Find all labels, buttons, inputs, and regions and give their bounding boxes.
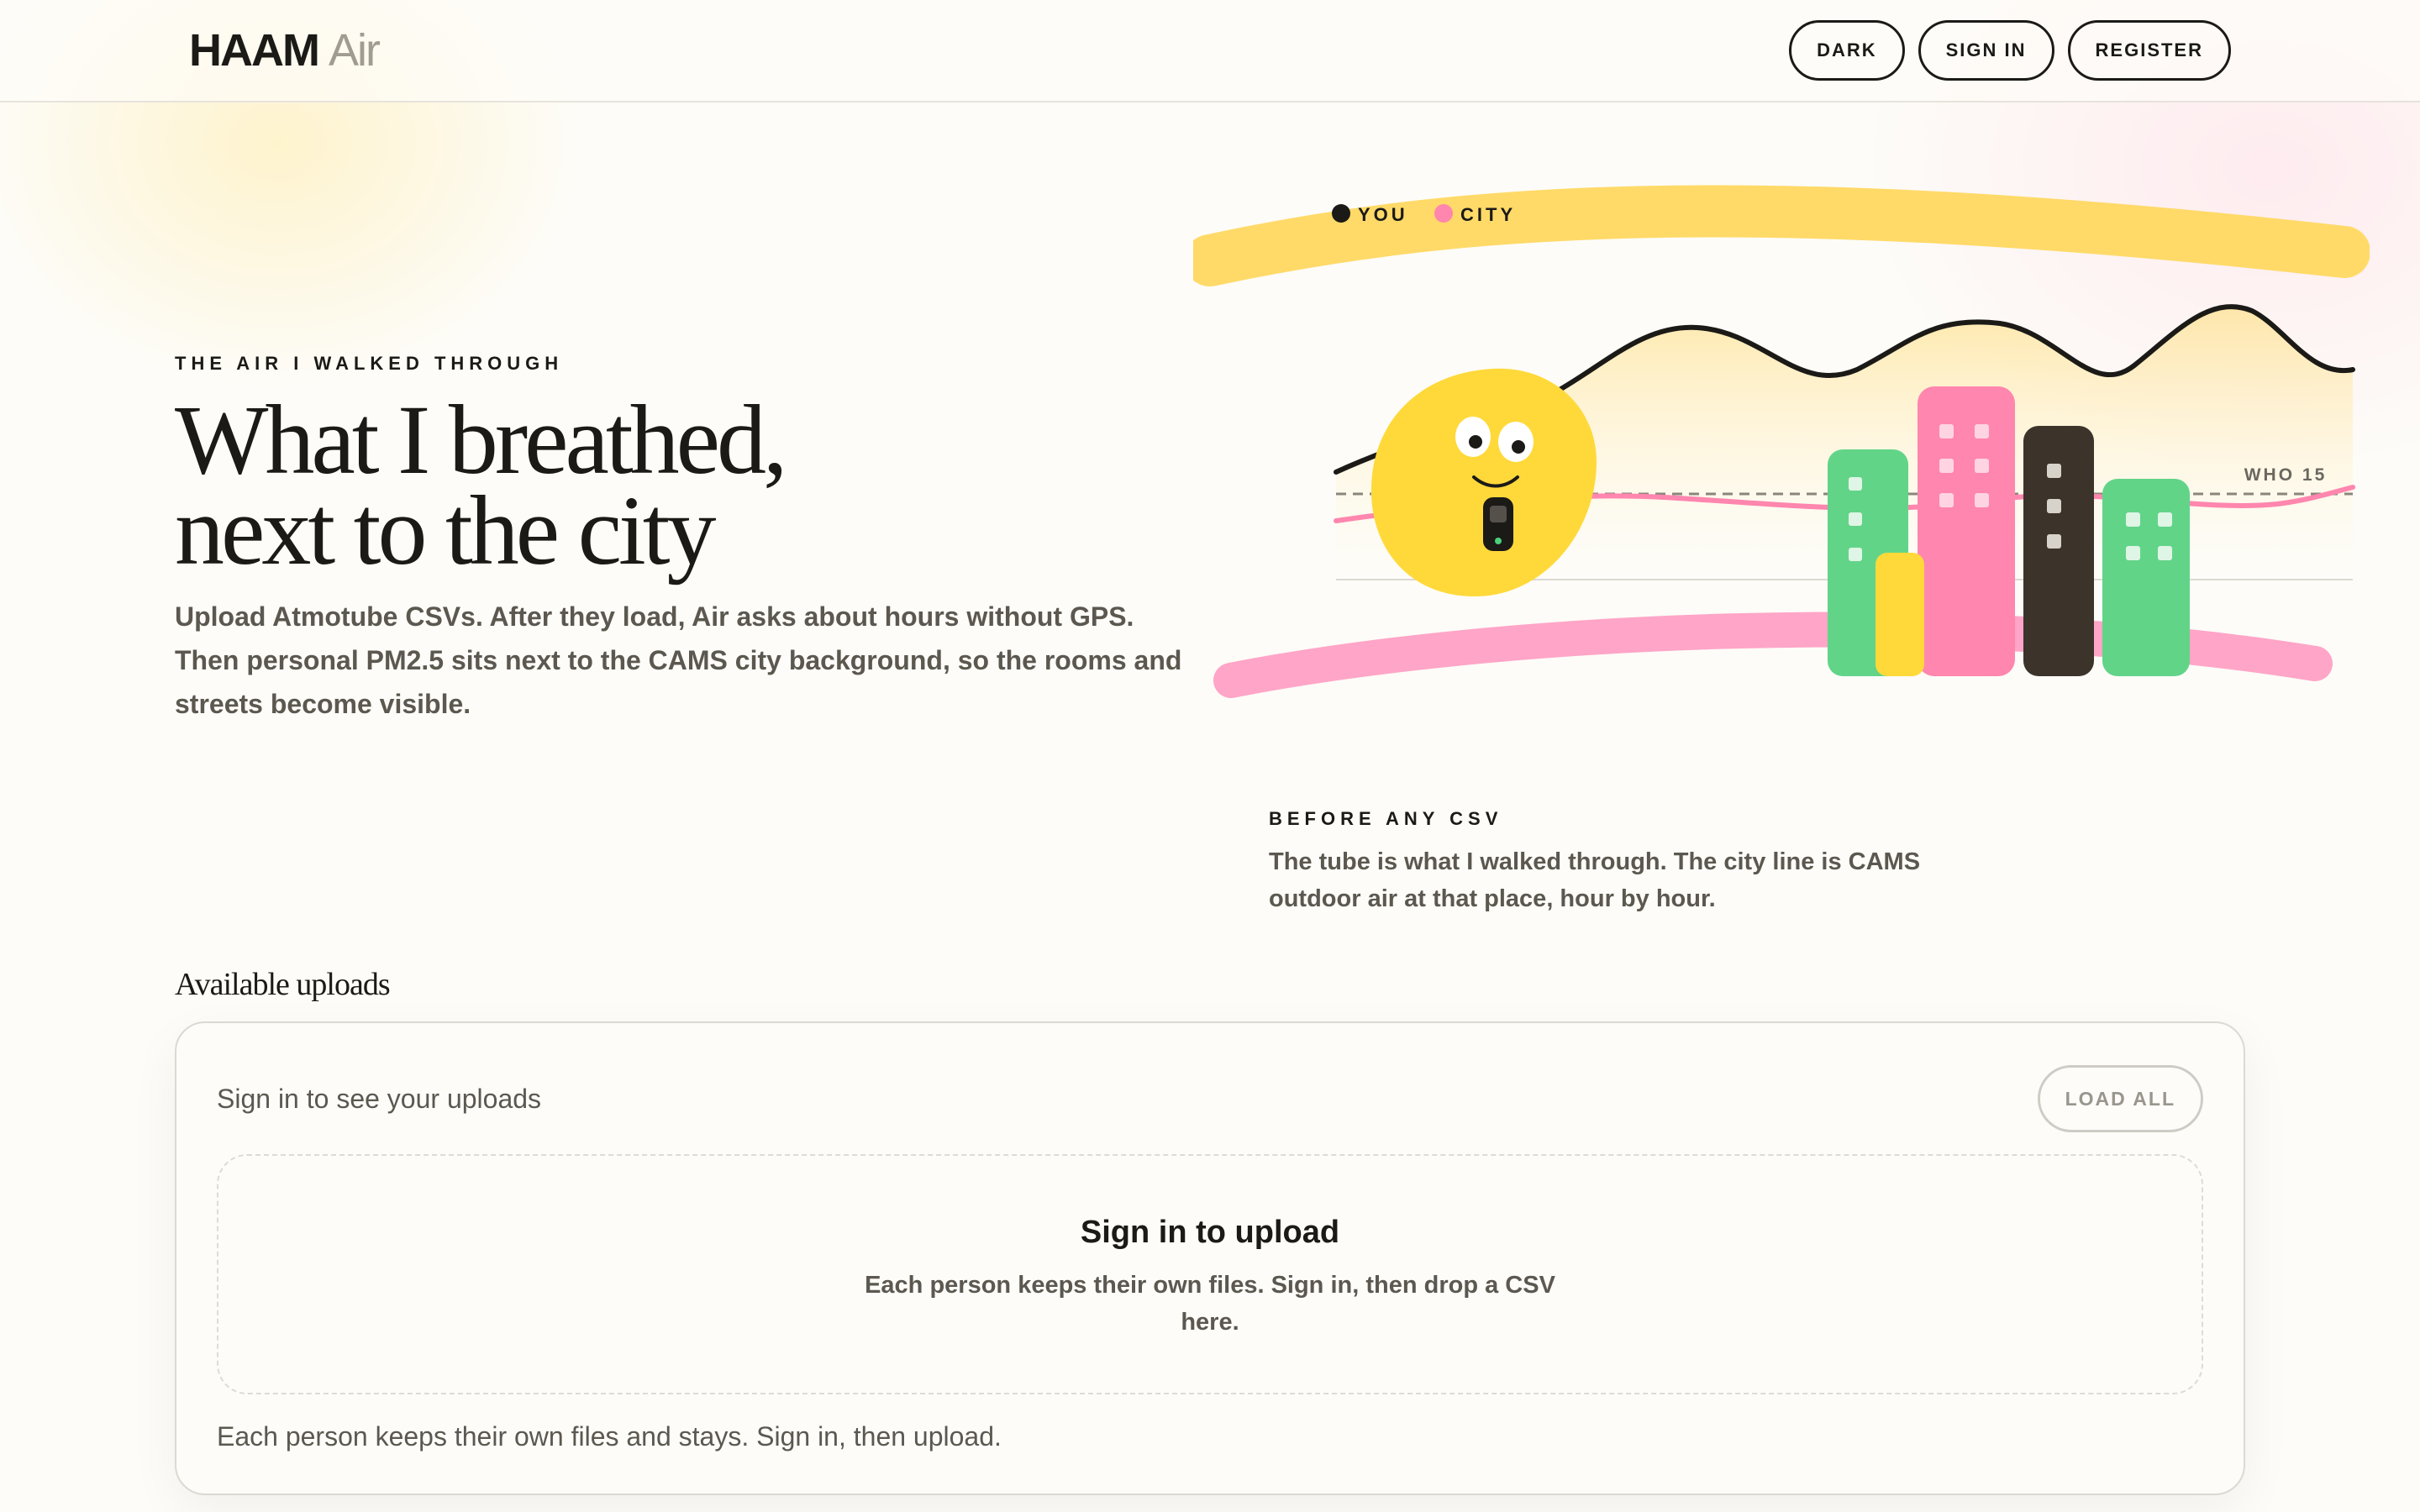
dropzone-title: Sign in to upload	[1080, 1215, 1340, 1250]
uploads-heading: Available uploads	[175, 967, 391, 1002]
upload-dropzone[interactable]: Sign in to upload Each person keeps thei…	[217, 1154, 2203, 1394]
brand-logo[interactable]: HAAM Air	[189, 25, 381, 76]
legend-city-label: CITY	[1460, 204, 1516, 225]
brand-product: Air	[328, 25, 381, 76]
hero-illustration: YOU CITY WHO 15	[1193, 185, 2370, 698]
legend-you-label: YOU	[1358, 204, 1408, 225]
header-nav: DARK SIGN IN REGISTER	[1789, 20, 2231, 81]
building-dark	[2023, 426, 2094, 676]
load-all-button[interactable]: LOAD ALL	[2037, 1065, 2203, 1132]
dropzone-description: Each person keeps their own files. Sign …	[865, 1272, 1555, 1336]
who-reference-label: WHO 15	[2244, 465, 2328, 485]
hero-title-line-2: next to the city	[175, 475, 717, 585]
uploads-status: Sign in to see your uploads	[217, 1084, 542, 1114]
brand-name: HAAM	[189, 25, 320, 76]
site-header: HAAM Air DARK SIGN IN REGISTER	[0, 0, 2420, 102]
legend-you-dot	[1332, 204, 1350, 223]
register-button[interactable]: REGISTER	[2067, 20, 2231, 81]
building-pink-tall	[1918, 386, 2015, 676]
hero-description: Upload Atmotube CSVs. After they load, A…	[175, 601, 1182, 719]
uploads-card: Sign in to see your uploads LOAD ALL Sig…	[175, 1021, 2245, 1495]
building-yellow-small	[1876, 553, 1924, 676]
building-green-right	[2102, 479, 2190, 676]
uploads-footer-note: Each person keeps their own files and st…	[217, 1421, 1002, 1452]
dark-mode-button[interactable]: DARK	[1789, 20, 1905, 81]
hero-title: What I breathed, next to the city	[175, 385, 1099, 585]
sign-in-button[interactable]: SIGN IN	[1918, 20, 2054, 81]
note-description: The tube is what I walked through. The c…	[1269, 848, 1921, 912]
note-eyebrow: BEFORE ANY CSV	[1269, 808, 1503, 829]
legend-city-dot	[1434, 204, 1453, 223]
hero-title-line-1: What I breathed,	[175, 385, 788, 495]
hero-eyebrow: THE AIR I WALKED THROUGH	[175, 353, 564, 374]
